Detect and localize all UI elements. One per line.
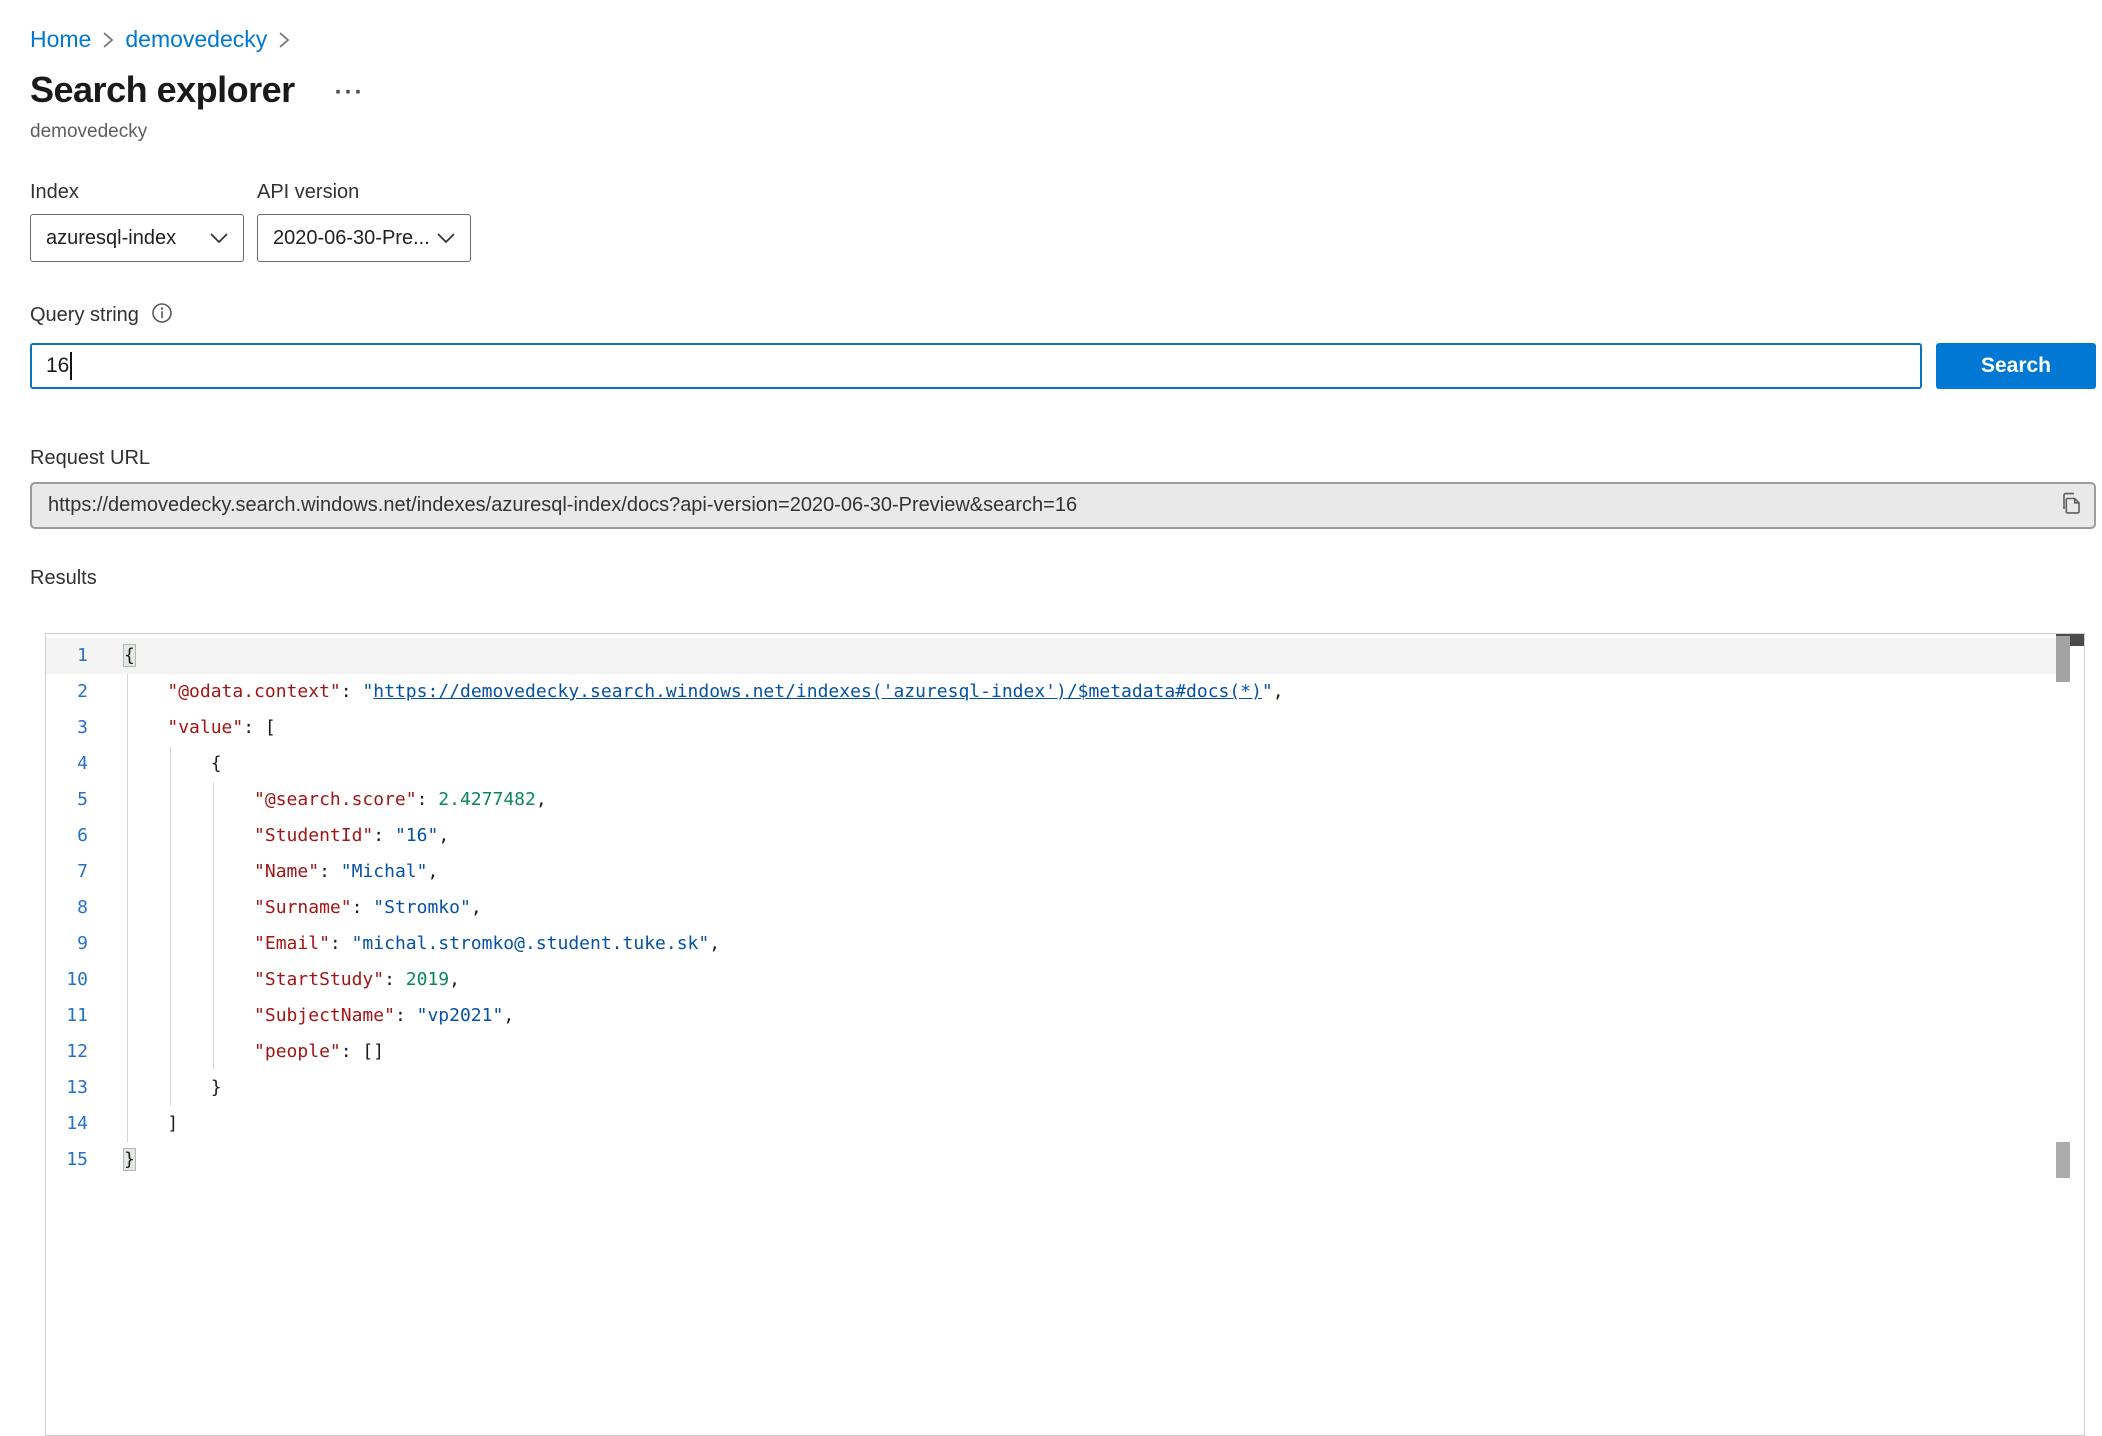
search-explorer-page: Home demovedecky Search explorer ··· dem… — [0, 0, 2102, 1436]
code-line: 11 "SubjectName": "vp2021", — [46, 998, 2056, 1034]
code-line-text: "StudentId": "16", — [124, 818, 449, 854]
code-line-text: { — [124, 746, 222, 782]
index-dropdown[interactable]: azuresql-index — [30, 214, 244, 262]
code-line-text: "Email": "michal.stromko@.student.tuke.s… — [124, 926, 720, 962]
breadcrumb-service-link[interactable]: demovedecky — [125, 26, 267, 53]
results-editor[interactable]: 1{2 "@odata.context": "https://demovedec… — [45, 633, 2085, 1436]
line-number: 6 — [46, 818, 92, 854]
info-icon[interactable] — [151, 302, 173, 329]
code-line-text: "SubjectName": "vp2021", — [124, 998, 514, 1034]
code-line-text: "value": [ — [124, 710, 276, 746]
code-line-text: } — [124, 1070, 222, 1106]
code-line: 10 "StartStudy": 2019, — [46, 962, 2056, 998]
line-number: 2 — [46, 674, 92, 710]
query-string-label: Query string — [30, 304, 139, 327]
code-line-text: "StartStudy": 2019, — [124, 962, 460, 998]
line-number: 3 — [46, 710, 92, 746]
code-line: 12 "people": [] — [46, 1034, 2056, 1070]
query-row: 16 Search — [30, 343, 2096, 389]
page-title: Search explorer — [30, 69, 295, 111]
copy-button[interactable] — [2048, 484, 2094, 527]
query-input-value: 16 — [46, 354, 69, 378]
query-string-row: Query string — [30, 302, 2102, 329]
line-number: 13 — [46, 1070, 92, 1106]
code-line-text: ] — [124, 1106, 178, 1142]
line-number: 4 — [46, 746, 92, 782]
code-line: 14 ] — [46, 1106, 2056, 1142]
code-line: 7 "Name": "Michal", — [46, 854, 2056, 890]
request-url-label: Request URL — [30, 447, 2102, 470]
code-line: 8 "Surname": "Stromko", — [46, 890, 2056, 926]
api-version-label: API version — [257, 181, 471, 204]
text-caret — [70, 352, 72, 380]
request-url-value: https://demovedecky.search.windows.net/i… — [32, 494, 2048, 517]
code-line-text: { — [124, 638, 135, 674]
line-number: 10 — [46, 962, 92, 998]
header: Search explorer ··· — [30, 69, 2102, 111]
copy-icon — [2059, 489, 2083, 522]
code-line-text: "Name": "Michal", — [124, 854, 438, 890]
chevron-right-icon — [277, 30, 291, 50]
more-options-icon[interactable]: ··· — [335, 75, 365, 105]
index-field: Index azuresql-index — [30, 181, 244, 262]
breadcrumb-home-link[interactable]: Home — [30, 26, 91, 53]
line-number: 1 — [46, 638, 92, 674]
line-number: 14 — [46, 1106, 92, 1142]
chevron-down-icon — [436, 227, 456, 250]
line-number: 9 — [46, 926, 92, 962]
code-line: 3 "value": [ — [46, 710, 2056, 746]
search-button[interactable]: Search — [1936, 343, 2096, 389]
chevron-down-icon — [209, 227, 229, 250]
request-url-field: https://demovedecky.search.windows.net/i… — [30, 482, 2096, 529]
code-line: 6 "StudentId": "16", — [46, 818, 2056, 854]
line-number: 7 — [46, 854, 92, 890]
code-line-text: } — [124, 1142, 135, 1178]
query-input[interactable]: 16 — [30, 343, 1922, 389]
scrollbar-thumb[interactable] — [2056, 636, 2070, 682]
selects-row: Index azuresql-index API version 2020-06… — [30, 181, 2102, 262]
code-line-text: "people": [] — [124, 1034, 384, 1070]
line-number: 5 — [46, 782, 92, 818]
scrollbar-decoration — [2056, 1142, 2070, 1178]
code-line: 15} — [46, 1142, 2056, 1178]
code-area: 1{2 "@odata.context": "https://demovedec… — [46, 638, 2056, 1178]
code-line-text: "Surname": "Stromko", — [124, 890, 482, 926]
code-line-text: "@odata.context": "https://demovedecky.s… — [124, 674, 1284, 710]
page-subtitle: demovedecky — [30, 121, 2102, 143]
line-number: 15 — [46, 1142, 92, 1178]
code-line: 13 } — [46, 1070, 2056, 1106]
code-line: 2 "@odata.context": "https://demovedecky… — [46, 674, 2056, 710]
api-version-dropdown-value: 2020-06-30-Pre... — [273, 227, 430, 250]
api-version-field: API version 2020-06-30-Pre... — [257, 181, 471, 262]
line-number: 12 — [46, 1034, 92, 1070]
api-version-dropdown[interactable]: 2020-06-30-Pre... — [257, 214, 471, 262]
breadcrumb: Home demovedecky — [0, 0, 2102, 53]
results-label: Results — [30, 567, 2102, 590]
line-number: 8 — [46, 890, 92, 926]
chevron-right-icon — [101, 30, 115, 50]
code-line: 1{ — [46, 638, 2056, 674]
line-number: 11 — [46, 998, 92, 1034]
code-line: 9 "Email": "michal.stromko@.student.tuke… — [46, 926, 2056, 962]
code-line: 5 "@search.score": 2.4277482, — [46, 782, 2056, 818]
odata-context-link[interactable]: https://demovedecky.search.windows.net/i… — [373, 681, 1262, 702]
index-label: Index — [30, 181, 244, 204]
code-line: 4 { — [46, 746, 2056, 782]
code-line-text: "@search.score": 2.4277482, — [124, 782, 547, 818]
index-dropdown-value: azuresql-index — [46, 227, 176, 250]
